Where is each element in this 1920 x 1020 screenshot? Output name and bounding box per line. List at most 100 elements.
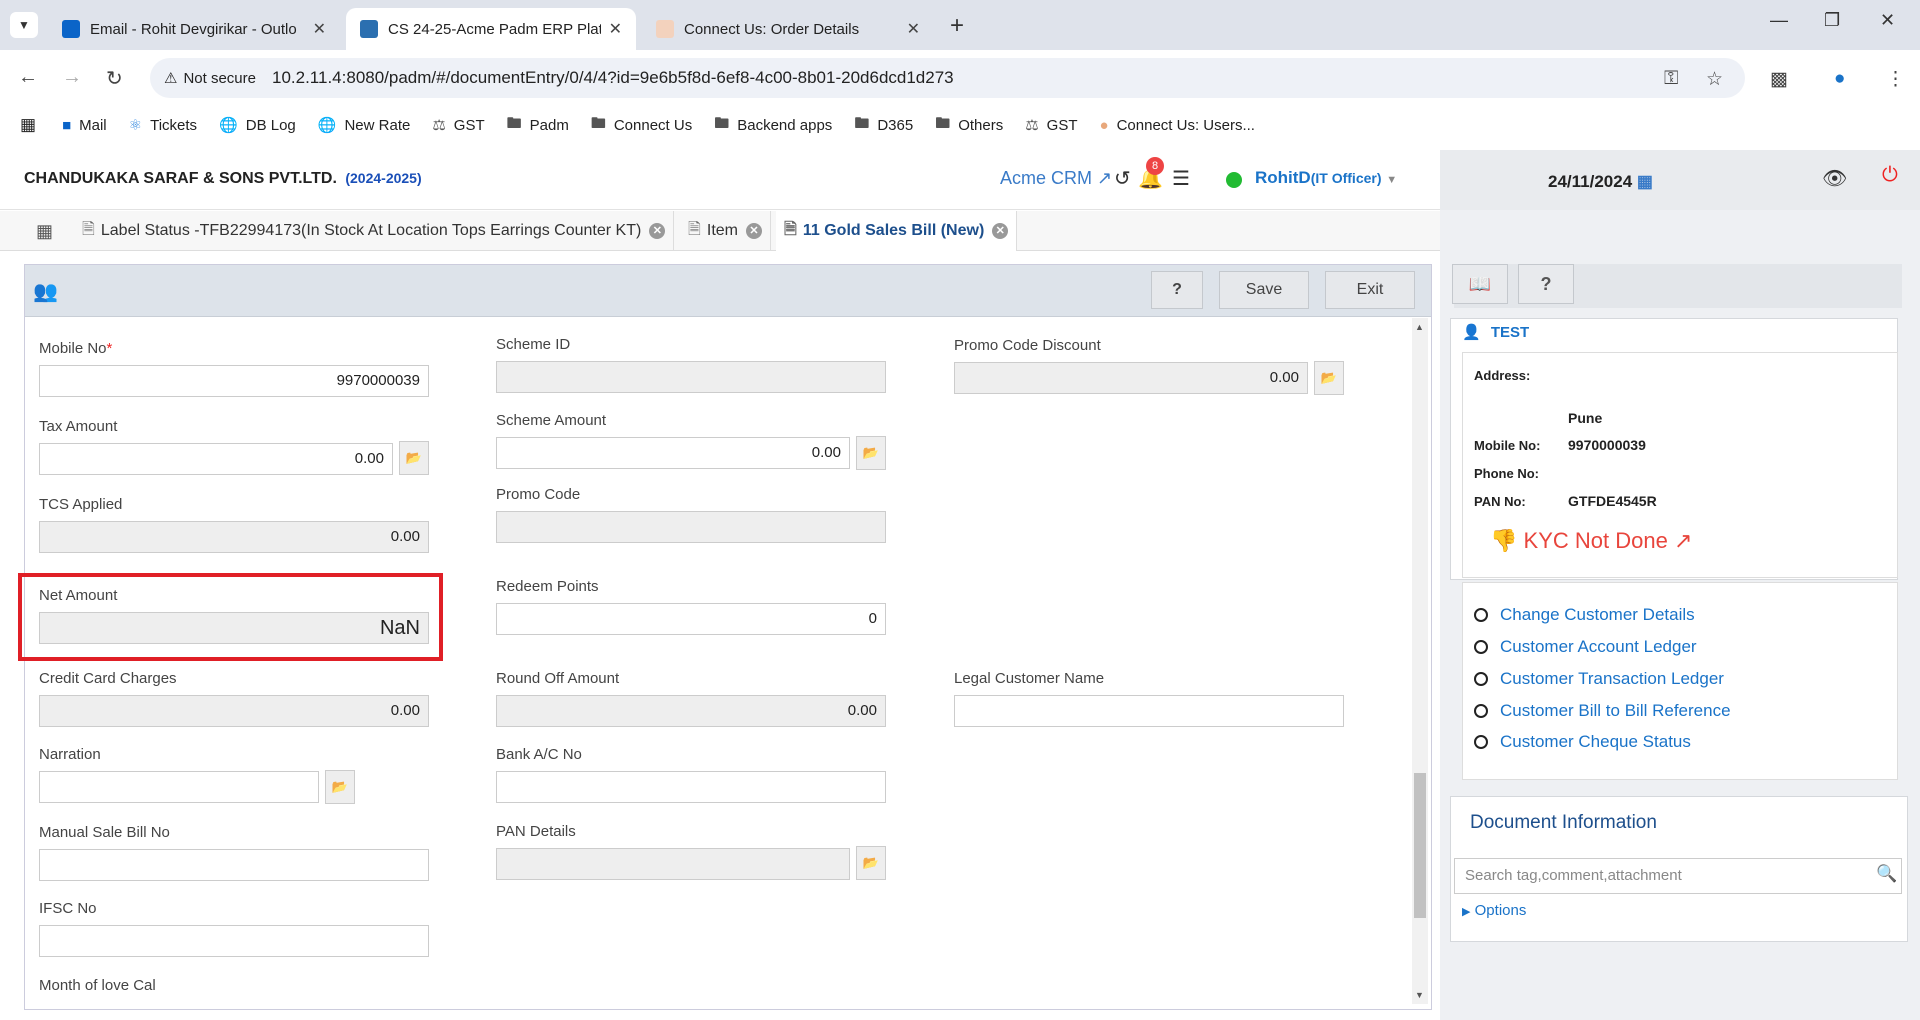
omnibox[interactable]: ⚠ Not secure 10.2.11.4:8080/padm/#/docum…	[150, 58, 1745, 98]
password-key-icon[interactable]: ⚿	[1664, 68, 1678, 90]
customer-transaction-ledger-link[interactable]: Customer Transaction Ledger	[1474, 669, 1724, 689]
manual-sale-bill-input[interactable]	[39, 849, 429, 881]
lookup-icon[interactable]: 📂	[856, 846, 886, 880]
lookup-icon[interactable]: 📂	[1314, 361, 1344, 395]
scheme-amount-input[interactable]: 0.00	[496, 437, 850, 469]
pan-details-field: PAN Details	[496, 823, 850, 880]
profile-icon[interactable]: ●	[1834, 68, 1845, 90]
menu-list-icon[interactable]: ☰	[1172, 166, 1190, 191]
window-close-icon[interactable]: ✕	[1880, 10, 1895, 31]
close-icon[interactable]: ✕	[609, 19, 622, 39]
tab-gold-sales-bill[interactable]: 🗎 11 Gold Sales Bill (New) ✕	[776, 211, 1018, 251]
restore-icon[interactable]: ❐	[1824, 10, 1840, 31]
browser-menu-icon[interactable]: ⋮	[1886, 68, 1905, 91]
external-link-icon: ↗	[1673, 528, 1693, 553]
minimize-icon[interactable]: —	[1770, 10, 1788, 31]
bookmark-tickets[interactable]: ⚛ Tickets	[129, 116, 197, 135]
bookmark-others[interactable]: 🖿 Others	[935, 113, 1003, 138]
people-icon[interactable]: 👥	[33, 279, 58, 304]
back-icon[interactable]: ←	[18, 66, 38, 89]
tcs-applied-input[interactable]: 0.00	[39, 521, 429, 553]
tab-item[interactable]: 🗎 Item ✕	[680, 211, 771, 251]
close-tab-icon[interactable]: ✕	[746, 223, 762, 239]
close-icon[interactable]: ✕	[313, 19, 326, 39]
book-icon[interactable]: 📖	[1452, 264, 1508, 304]
not-secure-chip[interactable]: ⚠ Not secure	[164, 69, 256, 88]
bookmark-connect-us[interactable]: 🖿 Connect Us	[591, 113, 692, 138]
refresh-icon[interactable]: ↺	[1114, 166, 1131, 191]
forward-icon[interactable]: →	[62, 66, 82, 89]
mobile-no-input[interactable]: 9970000039	[39, 365, 429, 397]
bookmark-db-log[interactable]: 🌐 DB Log	[219, 116, 296, 135]
close-tab-icon[interactable]: ✕	[992, 223, 1009, 239]
bookmark-star-icon[interactable]: ☆	[1706, 68, 1723, 91]
scroll-up-icon[interactable]: ▲	[1415, 322, 1424, 332]
scheme-id-input[interactable]	[496, 361, 886, 393]
grid-menu-icon[interactable]: ▦	[36, 221, 53, 242]
change-customer-details-link[interactable]: Change Customer Details	[1474, 605, 1695, 625]
promo-discount-input[interactable]: 0.00	[954, 362, 1308, 394]
narration-input[interactable]	[39, 771, 319, 803]
browser-tab-connect[interactable]: Connect Us: Order Details ✕	[642, 8, 934, 50]
document-search-input[interactable]: Search tag,comment,attachment	[1454, 858, 1902, 894]
close-icon[interactable]: ✕	[907, 19, 920, 39]
options-toggle[interactable]: ▶ Options	[1462, 902, 1526, 919]
bookmark-gst[interactable]: ⚖ GST	[432, 116, 484, 135]
redeem-points-input[interactable]: 0	[496, 603, 886, 635]
link-label: Customer Account Ledger	[1500, 637, 1697, 656]
scroll-thumb[interactable]	[1414, 773, 1426, 918]
help-circle-icon[interactable]: ?	[1518, 264, 1574, 304]
customer-bill-reference-link[interactable]: Customer Bill to Bill Reference	[1474, 701, 1731, 721]
bookmark-d365[interactable]: 🖿 D365	[854, 113, 913, 138]
tab-label-status[interactable]: 🗎 Label Status -TFB22994173(In Stock At …	[74, 211, 675, 251]
ifsc-input[interactable]	[39, 925, 429, 957]
credit-card-charges-label: Credit Card Charges	[39, 670, 177, 687]
customer-cheque-status-link[interactable]: Customer Cheque Status	[1474, 732, 1691, 752]
url-text[interactable]: 10.2.11.4:8080/padm/#/documentEntry/0/4/…	[272, 68, 954, 88]
extensions-icon[interactable]: ▩	[1770, 68, 1788, 91]
new-tab-button[interactable]: +	[950, 12, 964, 40]
crm-link[interactable]: Acme CRM ↗	[1000, 168, 1112, 189]
apps-icon[interactable]: ▦	[20, 115, 36, 135]
credit-card-charges-input[interactable]: 0.00	[39, 695, 429, 727]
help-button[interactable]: ?	[1151, 271, 1203, 309]
eye-slash-icon[interactable]: 👁	[1822, 166, 1847, 191]
date-display[interactable]: 24/11/2024 ▦	[1548, 172, 1653, 192]
tab-title: Connect Us: Order Details	[684, 20, 860, 38]
lookup-icon[interactable]: 📂	[325, 770, 355, 804]
close-tab-icon[interactable]: ✕	[649, 223, 666, 239]
bookmark-connect-users[interactable]: ● Connect Us: Users...	[1100, 117, 1255, 134]
tab-search-button[interactable]: ▼	[10, 12, 38, 38]
customer-name-row: 👤 TEST	[1462, 323, 1529, 341]
power-icon[interactable]: ⏻	[1882, 164, 1898, 187]
search-icon[interactable]: 🔍	[1876, 864, 1897, 884]
bookmark-backend-apps[interactable]: 🖿 Backend apps	[714, 113, 832, 138]
browser-tab-email[interactable]: Email - Rohit Devgirikar - Outlo ✕	[48, 8, 340, 50]
save-button[interactable]: Save	[1219, 271, 1309, 309]
browser-tab-erp[interactable]: CS 24-25-Acme Padm ERP Platf ✕	[346, 8, 636, 50]
form-scrollbar[interactable]: ▲ ▼	[1412, 318, 1428, 1004]
round-off-input[interactable]: 0.00	[496, 695, 886, 727]
legal-customer-input[interactable]	[954, 695, 1344, 727]
exit-button[interactable]: Exit	[1325, 271, 1415, 309]
user-menu[interactable]: RohitD(IT Officer) ▼	[1255, 168, 1397, 188]
lookup-icon[interactable]: 📂	[399, 441, 429, 475]
mobile-no-field: Mobile No* 9970000039	[39, 340, 429, 397]
bank-ac-input[interactable]	[496, 771, 886, 803]
promo-code-input[interactable]	[496, 511, 886, 543]
financial-year: (2024-2025)	[345, 170, 422, 186]
kyc-status-link[interactable]: 👎 KYC Not Done ↗	[1490, 528, 1692, 554]
connect-icon	[656, 20, 674, 38]
highlight-box	[18, 573, 443, 661]
bookmark-padm[interactable]: 🖿 Padm	[507, 113, 569, 138]
bookmark-gst-2[interactable]: ⚖ GST	[1025, 116, 1077, 135]
customer-account-ledger-link[interactable]: Customer Account Ledger	[1474, 637, 1697, 657]
reload-icon[interactable]: ↻	[106, 66, 123, 91]
bookmark-new-rate[interactable]: 🌐 New Rate	[318, 116, 411, 135]
tax-amount-input[interactable]: 0.00	[39, 443, 393, 475]
lookup-icon[interactable]: 📂	[856, 436, 886, 470]
scroll-down-icon[interactable]: ▼	[1415, 990, 1424, 1000]
bookmark-mail[interactable]: ■ Mail	[62, 117, 107, 134]
pan-details-input[interactable]	[496, 848, 850, 880]
document-icon: 🗎	[784, 220, 797, 238]
